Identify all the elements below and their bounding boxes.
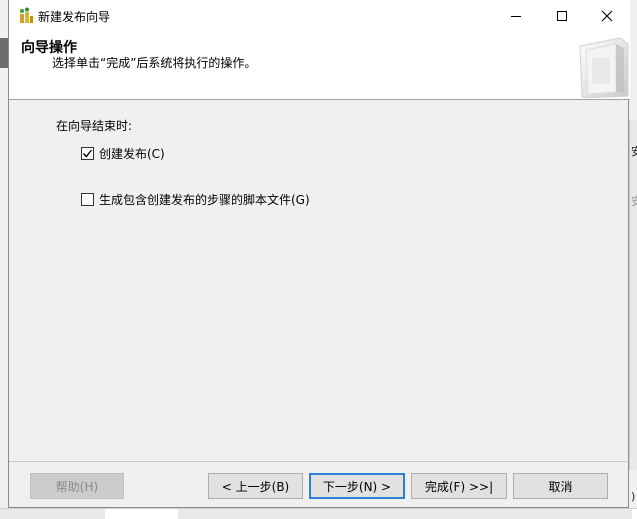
- background-text: 安: [631, 145, 637, 158]
- background-status-strip: [0, 508, 637, 519]
- next-button[interactable]: 下一步(N) >: [309, 473, 405, 499]
- background-window-edge: [0, 38, 8, 68]
- cancel-button[interactable]: 取消: [513, 473, 608, 499]
- maximize-button[interactable]: [539, 0, 585, 31]
- create-publication-checkbox[interactable]: [81, 147, 94, 160]
- completion-prompt-label: 在向导结束时:: [56, 119, 133, 133]
- background-text: 安: [631, 195, 637, 208]
- wizard-header: 向导操作 选择单击“完成”后系统将执行的操作。: [9, 31, 630, 100]
- wizard-content: 在向导结束时: 创建发布(C) 生成包含创建发布的步骤的脚本文件(G): [9, 101, 630, 460]
- generate-script-checkbox[interactable]: [81, 193, 94, 206]
- new-publication-wizard-dialog: 新建发布向导 向导操作 选择单击“完成”后系统将执行的操作。 在向导结束时: 创…: [8, 0, 630, 508]
- create-publication-option[interactable]: 创建发布(C): [81, 145, 165, 162]
- window-title: 新建发布向导: [38, 10, 111, 24]
- background-text: ): [631, 490, 636, 503]
- page-subtitle: 选择单击“完成”后系统将执行的操作。: [52, 56, 257, 70]
- wizard-banner-icon: [572, 36, 630, 99]
- generate-script-label: 生成包含创建发布的步骤的脚本文件(G): [99, 193, 310, 207]
- background-panel-edge: [629, 120, 637, 470]
- title-bar[interactable]: 新建发布向导: [9, 0, 630, 31]
- finish-button[interactable]: 完成(F) >>|: [411, 473, 507, 499]
- help-button[interactable]: 帮助(H): [30, 473, 124, 499]
- close-button[interactable]: [584, 0, 630, 31]
- generate-script-option[interactable]: 生成包含创建发布的步骤的脚本文件(G): [81, 191, 310, 208]
- footer-divider: [9, 461, 630, 462]
- create-publication-label: 创建发布(C): [99, 147, 165, 161]
- wizard-icon: [18, 7, 34, 24]
- checkmark-icon: [82, 149, 93, 158]
- back-button[interactable]: < 上一步(B): [208, 473, 303, 499]
- minimize-button[interactable]: [493, 0, 539, 31]
